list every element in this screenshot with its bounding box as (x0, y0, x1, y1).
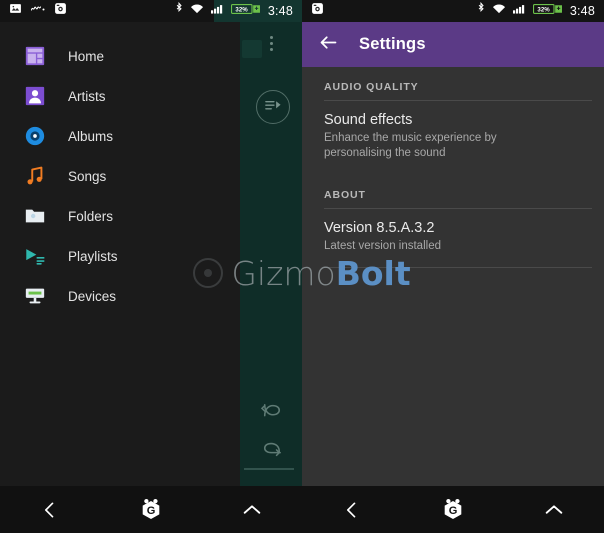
svg-text:G: G (449, 505, 458, 517)
settings-section-audio-quality: AUDIO QUALITY Sound effects Enhance the … (302, 67, 604, 175)
sidebar-item-label: Songs (68, 168, 107, 184)
back-chevron-icon[interactable] (20, 486, 80, 533)
wifi-icon (190, 2, 204, 20)
nav-bar-left: G (0, 486, 302, 533)
status-bar-clock: 3:48 (569, 4, 595, 18)
list-item-title: Version 8.5.A.3.2 (324, 219, 435, 236)
album-icon (22, 123, 48, 149)
image-icon (9, 2, 22, 20)
sidebar-item-albums[interactable]: Albums (0, 116, 240, 156)
bluetooth-icon (175, 1, 183, 20)
sidebar-item-label: Artists (68, 88, 106, 104)
settings-app-bar: Settings (302, 22, 604, 67)
signal-icon (210, 2, 224, 20)
list-item-subtitle: Enhance the music experience by personal… (324, 132, 497, 160)
walkman-icon (30, 2, 45, 20)
sidebar-item-home[interactable]: Home (0, 36, 240, 76)
dual-phone-screenshot: 32% 3:48 Home Artists Albums Songs Folde… (0, 0, 604, 533)
status-bar-notification-icons (302, 2, 324, 20)
section-header: AUDIO QUALITY (324, 81, 419, 93)
sidebar-item-devices[interactable]: Devices (0, 276, 240, 316)
status-bar-notification-icons (0, 2, 67, 20)
artist-icon (22, 83, 48, 109)
svg-text:G: G (147, 505, 156, 517)
sidebar-item-folders[interactable]: Folders (0, 196, 240, 236)
list-item-subtitle: Latest version installed (324, 239, 441, 252)
sidebar-item-label: Folders (68, 208, 114, 224)
status-bar-system-icons: 32% 3:48 (477, 1, 604, 20)
up-chevron-icon[interactable] (524, 486, 584, 533)
sidebar-item-artists[interactable]: Artists (0, 76, 240, 116)
home-icon (22, 43, 48, 69)
page-title: Settings (359, 35, 426, 53)
status-bar-clock: 3:48 (267, 4, 293, 18)
sidebar-item-playlists[interactable]: Playlists (0, 236, 240, 276)
folder-icon (22, 203, 48, 229)
drawer-scrim[interactable] (240, 22, 302, 486)
svg-text:32%: 32% (537, 6, 550, 13)
settings-section-about: ABOUT Version 8.5.A.3.2 Latest version i… (302, 175, 604, 268)
playlist-icon (22, 243, 48, 269)
list-item-sound-effects[interactable]: Sound effects Enhance the music experien… (302, 101, 604, 175)
sidebar-item-label: Home (68, 48, 105, 64)
sidebar-item-songs[interactable]: Songs (0, 156, 240, 196)
gizmobolt-home-icon[interactable]: G (121, 486, 181, 533)
list-item-version[interactable]: Version 8.5.A.3.2 Latest version install… (302, 209, 604, 267)
devices-icon (22, 283, 48, 309)
section-header: ABOUT (324, 188, 366, 201)
back-chevron-icon[interactable] (322, 486, 382, 533)
section-divider (324, 266, 592, 268)
nav-bar-right: G (302, 486, 604, 533)
wifi-icon (492, 2, 506, 20)
bluetooth-icon (477, 1, 485, 20)
songs-icon (22, 163, 48, 189)
navigation-drawer: Home Artists Albums Songs Folders Playli… (0, 22, 240, 486)
settings-list: AUDIO QUALITY Sound effects Enhance the … (302, 67, 604, 268)
sidebar-item-label: Albums (68, 128, 114, 144)
sidebar-item-label: Playlists (68, 248, 118, 264)
left-phone: 32% 3:48 Home Artists Albums Songs Folde… (0, 0, 302, 533)
status-bar-left: 32% 3:48 (0, 0, 302, 22)
battery-icon: 32% (230, 2, 261, 20)
svg-text:32%: 32% (235, 6, 248, 13)
gizmobolt-home-icon[interactable]: G (423, 486, 483, 533)
camera-icon (54, 2, 67, 20)
status-bar-right: 32% 3:48 (302, 0, 604, 22)
camera-icon (311, 2, 324, 20)
status-bar-system-icons: 32% 3:48 (175, 1, 302, 20)
right-phone: 32% 3:48 Settings AUDIO QUALITY Sound ef… (302, 0, 604, 533)
up-chevron-icon[interactable] (222, 486, 282, 533)
battery-icon: 32% (532, 2, 563, 20)
sidebar-item-label: Devices (68, 288, 117, 304)
back-arrow-icon[interactable] (318, 32, 339, 58)
list-item-title: Sound effects (324, 112, 413, 128)
signal-icon (512, 2, 526, 20)
